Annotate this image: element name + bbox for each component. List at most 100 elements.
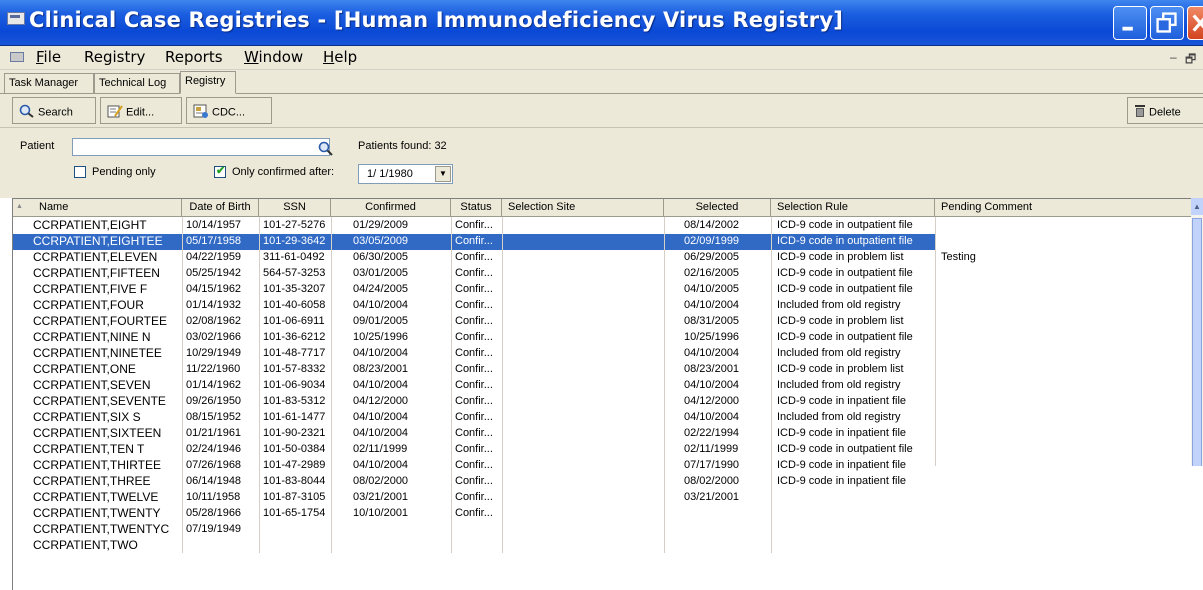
scroll-thumb[interactable] (1192, 218, 1202, 468)
cell-pending-comment (935, 363, 1135, 377)
chevron-down-icon[interactable]: ▼ (435, 166, 451, 182)
cell-status: Confir... (455, 331, 493, 343)
menu-bar: File Registry Reports Window Help – 🗗 (0, 46, 1203, 70)
cell-selection-rule: ICD-9 code in outpatient file (777, 219, 913, 231)
cell-selection-site (502, 299, 664, 313)
table-row[interactable]: CCRPATIENT,THREE 06/14/1948 101-83-8044 08/… (13, 474, 935, 490)
only-confirmed-label: Only confirmed after: (232, 166, 335, 178)
tab-technical-log[interactable]: Technical Log (94, 73, 180, 93)
cell-name: CCRPATIENT,FOURTEE (33, 314, 168, 328)
table-row[interactable]: CCRPATIENT,SIX S 08/15/1952 101-61-1477 04/… (13, 410, 935, 426)
column-header-status[interactable]: Status (451, 199, 502, 216)
cell-selected: 08/23/2001 (684, 363, 740, 375)
cell-ssn: 311-61-0492 (263, 251, 325, 263)
pending-only-label: Pending only (92, 166, 156, 178)
tab-task-manager[interactable]: Task Manager (4, 73, 94, 93)
table-row[interactable]: CCRPATIENT,ONE 11/22/1960 101-57-8332 08/23… (13, 362, 935, 378)
tab-strip: Task Manager Technical Log Registry (0, 70, 1203, 94)
column-header-selection-site[interactable]: Selection Site (502, 199, 664, 216)
menu-reports[interactable]: Reports (165, 48, 223, 66)
table-row[interactable]: CCRPATIENT,EIGHT 10/14/1957 101-27-5276 01/… (13, 218, 935, 234)
scroll-up-icon[interactable]: ▲ (1191, 198, 1203, 215)
cell-ssn: 101-27-5276 (263, 219, 326, 231)
cell-confirmed: 04/24/2005 (353, 283, 409, 295)
blank-area (930, 466, 1203, 590)
app-icon[interactable] (7, 12, 25, 25)
close-button[interactable] (1187, 6, 1203, 40)
restore-button[interactable] (1150, 6, 1184, 40)
table-row[interactable]: CCRPATIENT,FIVE F 04/15/1962 101-35-3207 04… (13, 282, 935, 298)
cell-status: Confir... (455, 315, 493, 327)
table-row[interactable]: CCRPATIENT,ELEVEN 04/22/1959 311-61-0492 06… (13, 250, 976, 266)
column-header-dob[interactable]: Date of Birth (182, 199, 259, 216)
menu-registry[interactable]: Registry (84, 48, 145, 66)
table-row[interactable]: CCRPATIENT,SEVEN 01/14/1962 101-06-9034 04/… (13, 378, 935, 394)
title-bar[interactable]: Clinical Case Registries - [Human Immuno… (0, 0, 1203, 46)
table-row[interactable]: CCRPATIENT,FOUR 01/14/1932 101-40-6058 04/1… (13, 298, 935, 314)
table-row[interactable]: CCRPATIENT,TWELVE 10/11/1958 101-87-3105 03… (13, 490, 935, 506)
cell-confirmed: 04/12/2000 (353, 395, 409, 407)
table-row[interactable]: CCRPATIENT,THIRTEE 07/26/1968 101-47-2989 0… (13, 458, 935, 474)
cell-confirmed: 01/29/2009 (353, 219, 409, 231)
column-header-pending-comment[interactable]: Pending Comment (935, 199, 1193, 216)
table-row[interactable]: CCRPATIENT,TEN T 02/24/1946 101-50-0384 02/… (13, 442, 935, 458)
cell-dob: 01/14/1962 (186, 379, 242, 391)
cell-status: Confir... (455, 475, 493, 487)
cdc-button[interactable]: CDC... (186, 97, 272, 124)
column-divider (664, 217, 665, 553)
table-row[interactable]: CCRPATIENT,FIFTEEN 05/25/1942 564-57-3253 0… (13, 266, 935, 282)
cell-ssn: 101-40-6058 (263, 299, 326, 311)
cell-confirmed: 10/25/1996 (353, 331, 409, 343)
menu-window[interactable]: Window (244, 48, 303, 66)
table-row[interactable]: CCRPATIENT,SIXTEEN 01/21/1961 101-90-2321 0… (13, 426, 935, 442)
table-row[interactable]: CCRPATIENT,TWENTY 05/28/1966 101-65-1754 10… (13, 506, 935, 522)
column-header-selection-rule[interactable]: Selection Rule (771, 199, 935, 216)
cell-name: CCRPATIENT,TWENTY (33, 506, 161, 520)
column-divider (771, 217, 772, 553)
pending-only-checkbox[interactable] (74, 166, 86, 178)
minimize-button[interactable] (1113, 6, 1147, 40)
confirmed-after-date[interactable]: 1/ 1/1980 ▼ (358, 164, 453, 184)
cell-dob: 04/22/1959 (186, 251, 242, 263)
mdi-icon[interactable] (10, 52, 24, 62)
patient-search-input[interactable] (72, 138, 330, 156)
cell-pending-comment (935, 235, 1135, 249)
menu-file[interactable]: File (36, 48, 61, 66)
cell-dob: 03/02/1966 (186, 331, 242, 343)
cell-name: CCRPATIENT,ELEVEN (33, 250, 158, 264)
cell-name: CCRPATIENT,FIVE F (33, 282, 148, 296)
cell-pending-comment (935, 283, 1135, 297)
cell-status: Confir... (455, 491, 493, 503)
table-row[interactable]: CCRPATIENT,NINETEE 10/29/1949 101-48-7717 0… (13, 346, 935, 362)
cell-confirmed: 03/05/2009 (353, 235, 409, 247)
cell-ssn: 101-35-3207 (263, 283, 326, 295)
cell-ssn: 101-90-2321 (263, 427, 326, 439)
only-confirmed-checkbox[interactable]: ✔ (214, 165, 226, 178)
table-row[interactable]: CCRPATIENT,EIGHTEE 05/17/1958 101-29-3642 0… (13, 234, 935, 250)
cell-selection-site (502, 267, 664, 281)
mdi-minimize-button[interactable]: – (1170, 50, 1177, 64)
edit-button[interactable]: Edit... (100, 97, 182, 124)
column-header-selected[interactable]: Selected (664, 199, 771, 216)
table-row[interactable]: CCRPATIENT,NINE N 03/02/1966 101-36-6212 10… (13, 330, 935, 346)
menu-help[interactable]: Help (323, 48, 357, 66)
table-row[interactable]: CCRPATIENT,SEVENTE 09/26/1950 101-83-5312 0… (13, 394, 935, 410)
mdi-restore-button[interactable]: 🗗 (1185, 50, 1196, 71)
search-button[interactable]: Search (12, 97, 96, 124)
table-row[interactable]: CCRPATIENT,TWO (13, 538, 935, 554)
cell-ssn: 101-83-8044 (263, 475, 326, 487)
cell-selection-site (502, 459, 664, 473)
cell-confirmed: 04/10/2004 (353, 379, 409, 391)
table-row[interactable]: CCRPATIENT,TWENTYC 07/19/1949 (13, 522, 935, 538)
cell-selection-rule: Included from old registry (777, 299, 901, 311)
tab-registry[interactable]: Registry (180, 71, 236, 94)
column-header-confirmed[interactable]: Confirmed (331, 199, 451, 216)
cell-selected (664, 507, 771, 521)
magnifier-icon[interactable] (318, 141, 334, 160)
delete-button[interactable]: Delete (1127, 97, 1203, 124)
column-header-name[interactable]: ▲ Name (13, 199, 182, 216)
column-divider (259, 217, 260, 553)
table-row[interactable]: CCRPATIENT,FOURTEE 02/08/1962 101-06-6911 0… (13, 314, 935, 330)
cell-ssn: 101-06-9034 (263, 379, 326, 391)
column-header-ssn[interactable]: SSN (259, 199, 331, 216)
